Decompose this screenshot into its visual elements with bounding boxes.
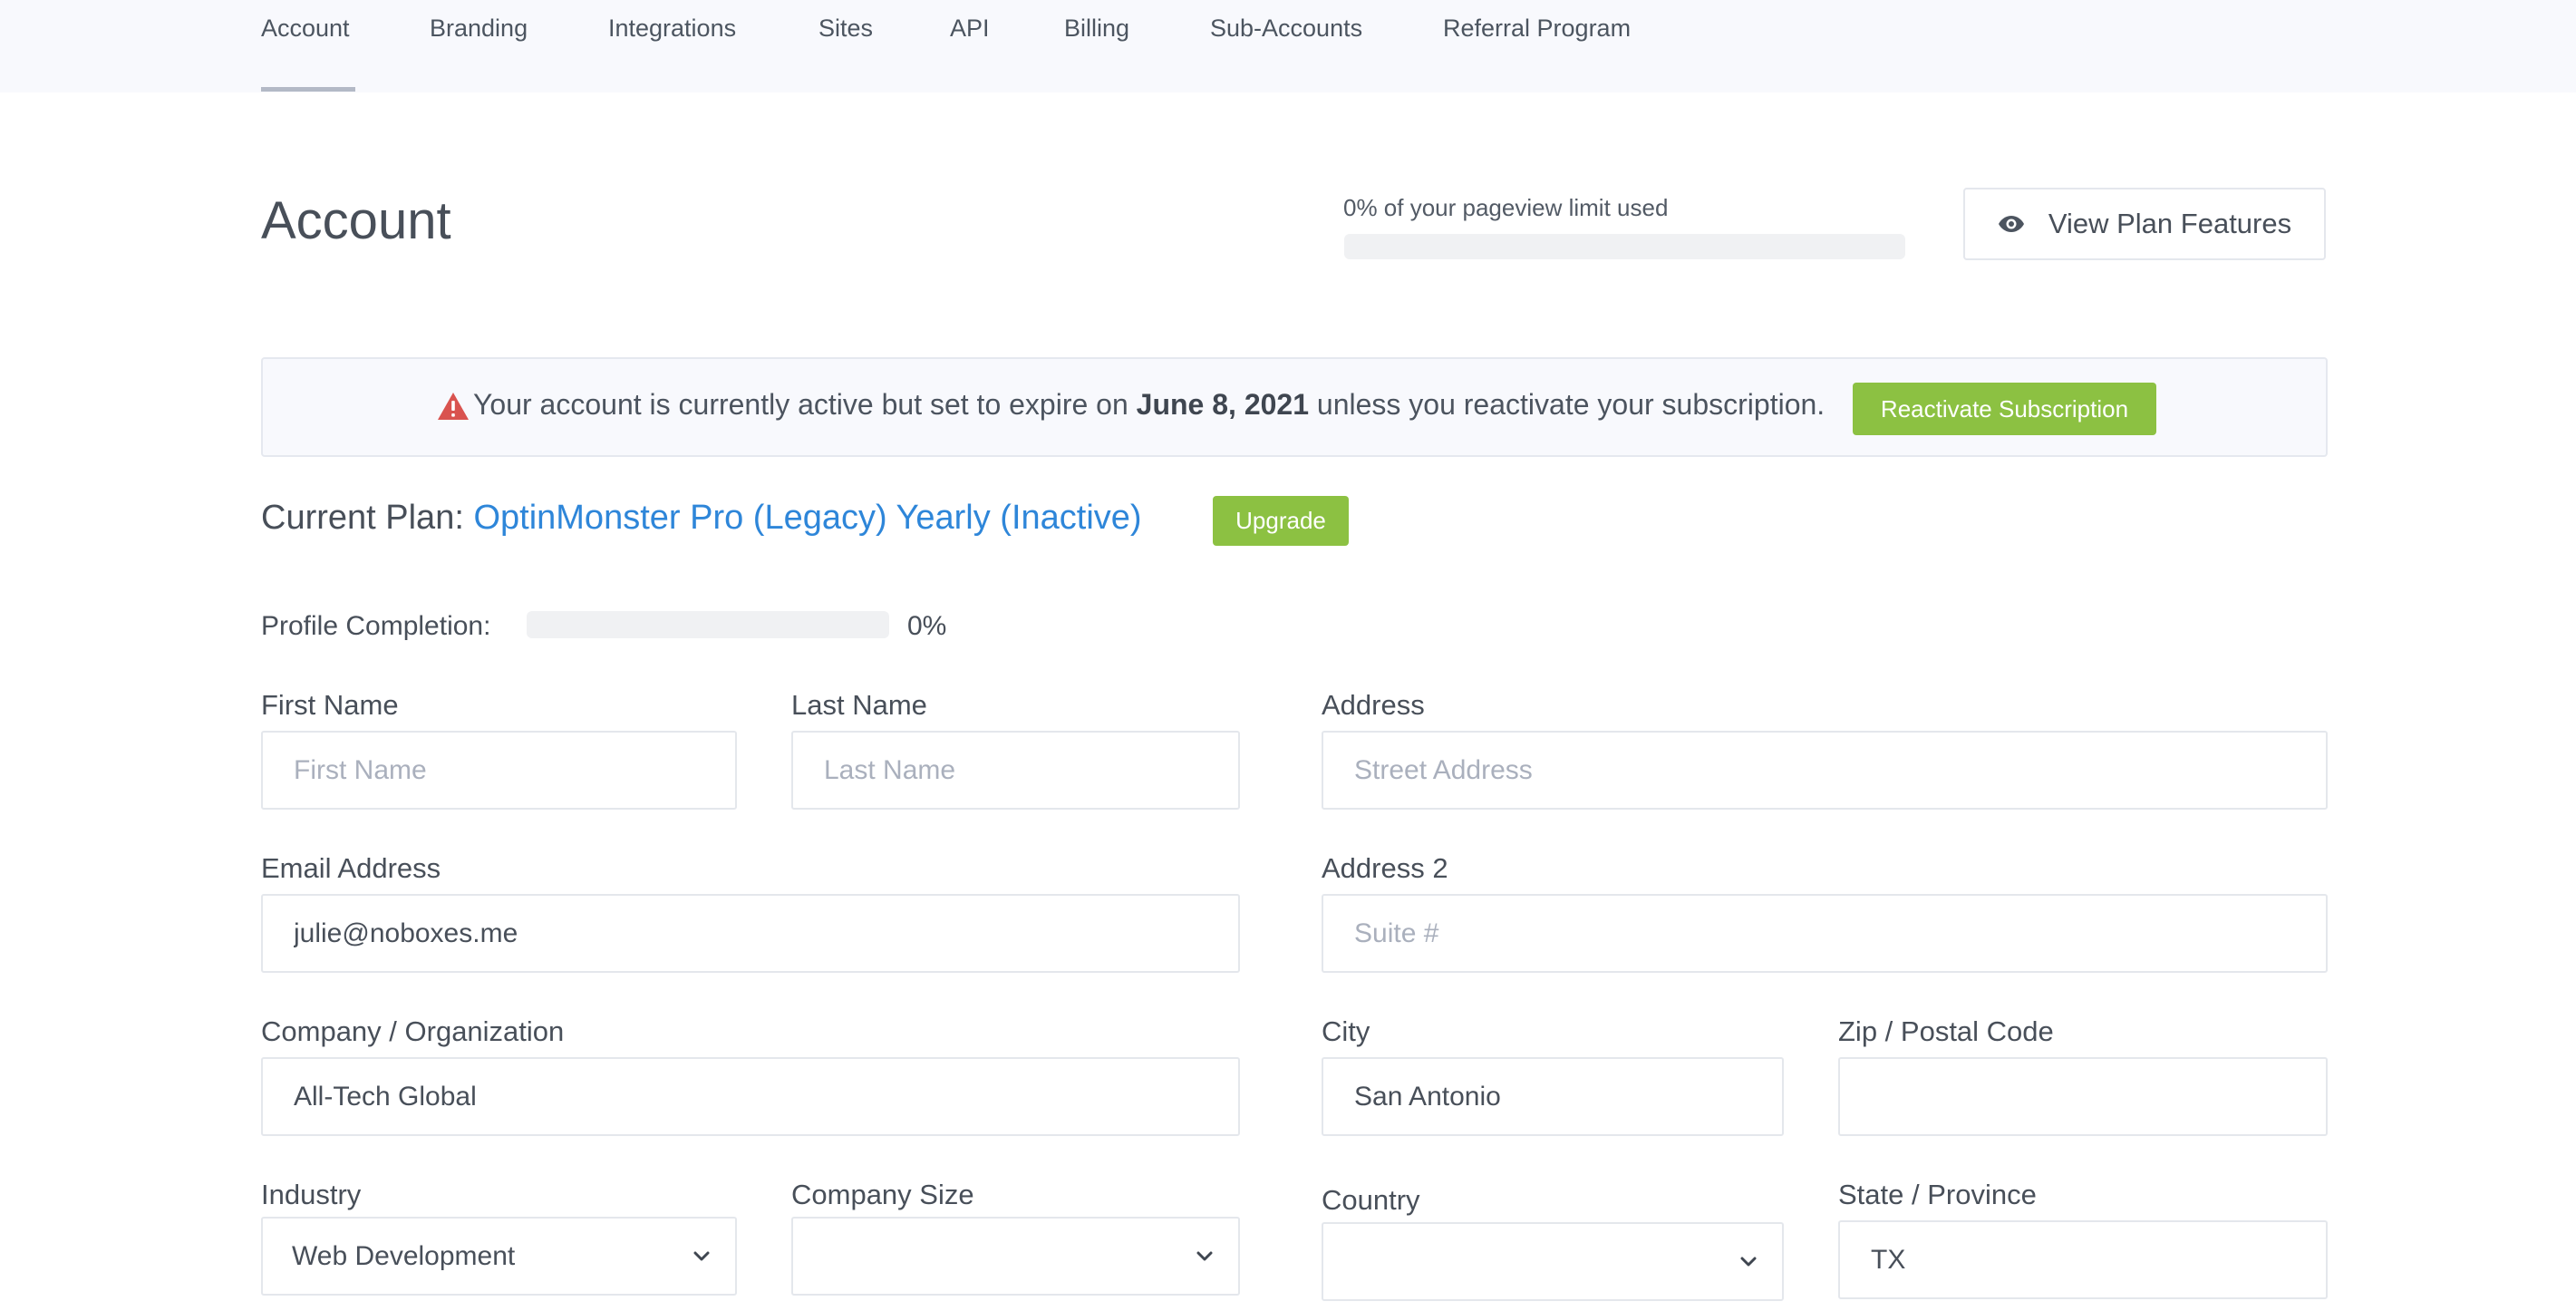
email-field[interactable] [261,894,1240,973]
first-name-label: First Name [261,689,399,721]
address-label: Address [1322,689,1425,721]
company-label: Company / Organization [261,1015,565,1047]
tab-sites[interactable]: Sites [818,15,873,43]
eye-icon [1998,216,2024,232]
profile-completion-label: Profile Completion: [261,611,491,641]
company-field[interactable] [261,1057,1240,1136]
alert-text-after: unless you reactivate your subscription. [1316,388,1825,421]
current-plan-label: Current Plan: [261,499,464,537]
last-name-field[interactable] [791,731,1240,810]
state-label: State / Province [1838,1179,2037,1210]
company-size-select[interactable] [791,1217,1240,1296]
top-nav: Account Branding Integrations Sites API … [0,0,2576,92]
alert-expire-date: June 8, 2021 [1136,388,1309,421]
company-size-label: Company Size [791,1179,974,1210]
profile-completion-value: 0% [907,611,947,641]
industry-value: Web Development [292,1240,516,1271]
pageview-usage-bar [1344,234,1905,259]
expiration-alert: Your account is currently active but set… [261,357,2328,457]
country-label: Country [1322,1184,1420,1216]
zip-label: Zip / Postal Code [1838,1015,2054,1047]
profile-completion-bar [527,611,889,638]
reactivate-subscription-button[interactable]: Reactivate Subscription [1853,383,2156,435]
last-name-label: Last Name [791,689,927,721]
pageview-usage-label: 0% of your pageview limit used [1343,194,1669,221]
address2-label: Address 2 [1322,852,1448,884]
state-field[interactable] [1838,1220,2328,1299]
current-plan-name[interactable]: OptinMonster Pro (Legacy) Yearly (Inacti… [473,499,1141,537]
current-plan: Current Plan: OptinMonster Pro (Legacy) … [261,499,1142,538]
tab-account[interactable]: Account [261,15,350,43]
tab-branding[interactable]: Branding [430,15,528,43]
address2-field[interactable] [1322,894,2328,973]
chevron-down-icon [693,1251,710,1260]
chevron-down-icon [1196,1251,1213,1260]
tab-sub-accounts[interactable]: Sub-Accounts [1210,15,1362,43]
first-name-field[interactable] [261,731,737,810]
city-label: City [1322,1015,1370,1047]
email-label: Email Address [261,852,441,884]
zip-field[interactable] [1838,1057,2328,1136]
country-select[interactable] [1322,1222,1784,1301]
active-tab-indicator [261,87,355,92]
tab-integrations[interactable]: Integrations [608,15,736,43]
upgrade-button[interactable]: Upgrade [1213,496,1349,546]
alert-text-before: Your account is currently active but set… [473,388,1128,421]
view-plan-features-button[interactable]: View Plan Features [1963,188,2326,260]
address-field[interactable] [1322,731,2328,810]
industry-label: Industry [261,1179,362,1210]
alert-message: Your account is currently active but set… [473,388,1825,422]
industry-select[interactable]: Web Development [261,1217,737,1296]
tab-api[interactable]: API [950,15,990,43]
tab-billing[interactable]: Billing [1064,15,1129,43]
city-field[interactable] [1322,1057,1784,1136]
view-plan-features-label: View Plan Features [2048,208,2292,239]
chevron-down-icon [1740,1257,1757,1266]
tab-referral-program[interactable]: Referral Program [1443,15,1631,43]
warning-icon [438,393,469,420]
page-title: Account [261,191,451,250]
